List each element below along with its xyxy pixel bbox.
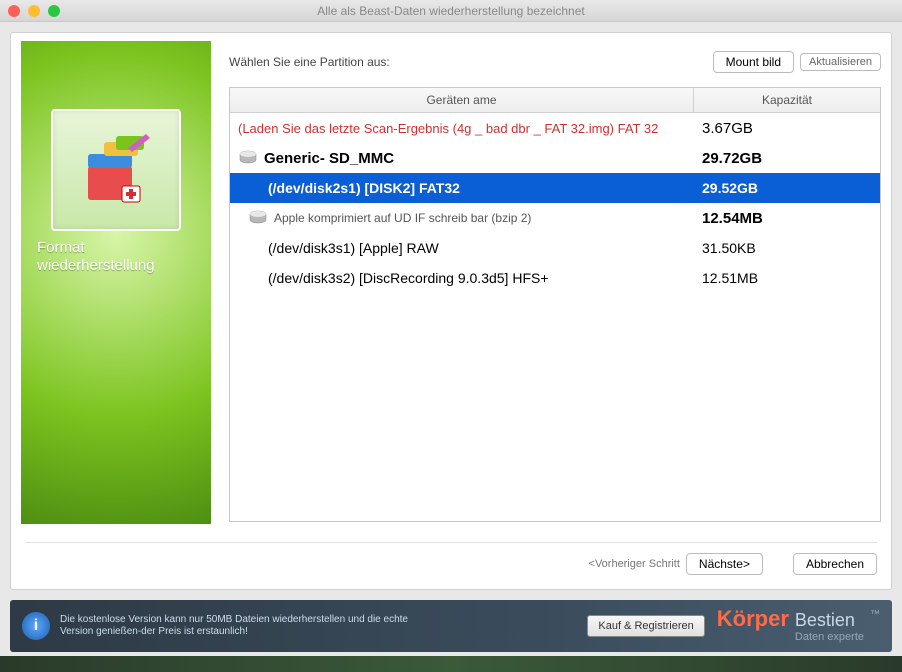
table-row[interactable]: (/dev/disk3s1) [Apple] RAW31.50KB — [230, 233, 880, 263]
maximize-icon[interactable] — [48, 5, 60, 17]
table-row[interactable]: (Laden Sie das letzte Scan-Ergebnis (4g … — [230, 113, 880, 143]
device-name-cell: (Laden Sie das letzte Scan-Ergebnis (4g … — [230, 117, 694, 140]
capacity-cell: 31.50KB — [694, 236, 880, 260]
titlebar: Alle als Beast-Daten wiederherstellung b… — [0, 0, 902, 22]
table-row[interactable]: (/dev/disk3s2) [DiscRecording 9.0.3d5] H… — [230, 263, 880, 293]
buy-register-button[interactable]: Kauf & Registrieren — [587, 615, 704, 637]
mount-image-button[interactable]: Mount bild — [713, 51, 794, 73]
device-name-cell: (/dev/disk3s1) [Apple] RAW — [230, 236, 694, 260]
bottom-nav: <Vorheriger Schritt Nächste> Abbrechen — [11, 553, 891, 589]
main-card: Format wiederherstellung Wählen Sie eine… — [10, 32, 892, 590]
device-name-cell: (/dev/disk2s1) [DISK2] FAT32 — [230, 176, 694, 200]
partition-prompt: Wählen Sie eine Partition aus: — [229, 55, 390, 69]
capacity-cell: 29.72GB — [694, 146, 880, 171]
device-name-cell: Apple komprimiert auf UD IF schreib bar … — [230, 206, 694, 230]
device-name-cell: Generic- SD_MMC — [230, 146, 694, 171]
window-title: Alle als Beast-Daten wiederherstellung b… — [0, 4, 902, 18]
refresh-button[interactable]: Aktualisieren — [800, 53, 881, 71]
device-name-cell: (/dev/disk3s2) [DiscRecording 9.0.3d5] H… — [230, 266, 694, 290]
brand-right: Bestien — [795, 610, 864, 631]
minimize-icon[interactable] — [28, 5, 40, 17]
close-icon[interactable] — [8, 5, 20, 17]
sidebar: Format wiederherstellung — [21, 41, 211, 524]
capacity-cell: 29.52GB — [694, 176, 880, 200]
cancel-button[interactable]: Abbrechen — [793, 553, 877, 575]
info-icon: i — [22, 612, 50, 640]
prev-step-label[interactable]: <Vorheriger Schritt — [589, 558, 680, 570]
traffic-lights — [0, 5, 60, 17]
col-device-name: Geräten ame — [230, 88, 694, 112]
table-header: Geräten ame Kapazität — [230, 88, 880, 113]
footer-banner: i Die kostenlose Version kann nur 50MB D… — [10, 600, 892, 652]
brand-left: Körper — [717, 609, 789, 630]
col-capacity: Kapazität — [694, 88, 880, 112]
table-row[interactable]: Apple komprimiert auf UD IF schreib bar … — [230, 203, 880, 233]
main-panel: Wählen Sie eine Partition aus: Mount bil… — [211, 33, 891, 532]
divider — [25, 542, 877, 543]
brand-sub: Daten experte — [795, 631, 864, 643]
footer-text: Die kostenlose Version kann nur 50MB Dat… — [60, 614, 420, 638]
brand: Körper Bestien Daten experte ™ — [717, 609, 880, 643]
partition-table: Geräten ame Kapazität (Laden Sie das let… — [229, 87, 881, 522]
table-row[interactable]: Generic- SD_MMC29.72GB — [230, 143, 880, 173]
capacity-cell: 12.51MB — [694, 266, 880, 290]
top-row: Wählen Sie eine Partition aus: Mount bil… — [229, 51, 881, 73]
next-button[interactable]: Nächste> — [686, 553, 763, 575]
drive-icon — [248, 210, 268, 226]
drive-icon — [238, 150, 258, 166]
trademark-icon: ™ — [870, 609, 880, 620]
capacity-cell: 12.54MB — [694, 206, 880, 231]
format-recovery-icon — [51, 109, 181, 231]
table-row[interactable]: (/dev/disk2s1) [DISK2] FAT3229.52GB — [230, 173, 880, 203]
capacity-cell: 3.67GB — [694, 116, 880, 141]
bottom-strip — [0, 656, 902, 672]
table-body: (Laden Sie das letzte Scan-Ergebnis (4g … — [230, 113, 880, 293]
sidebar-title: Format wiederherstellung — [31, 239, 201, 275]
